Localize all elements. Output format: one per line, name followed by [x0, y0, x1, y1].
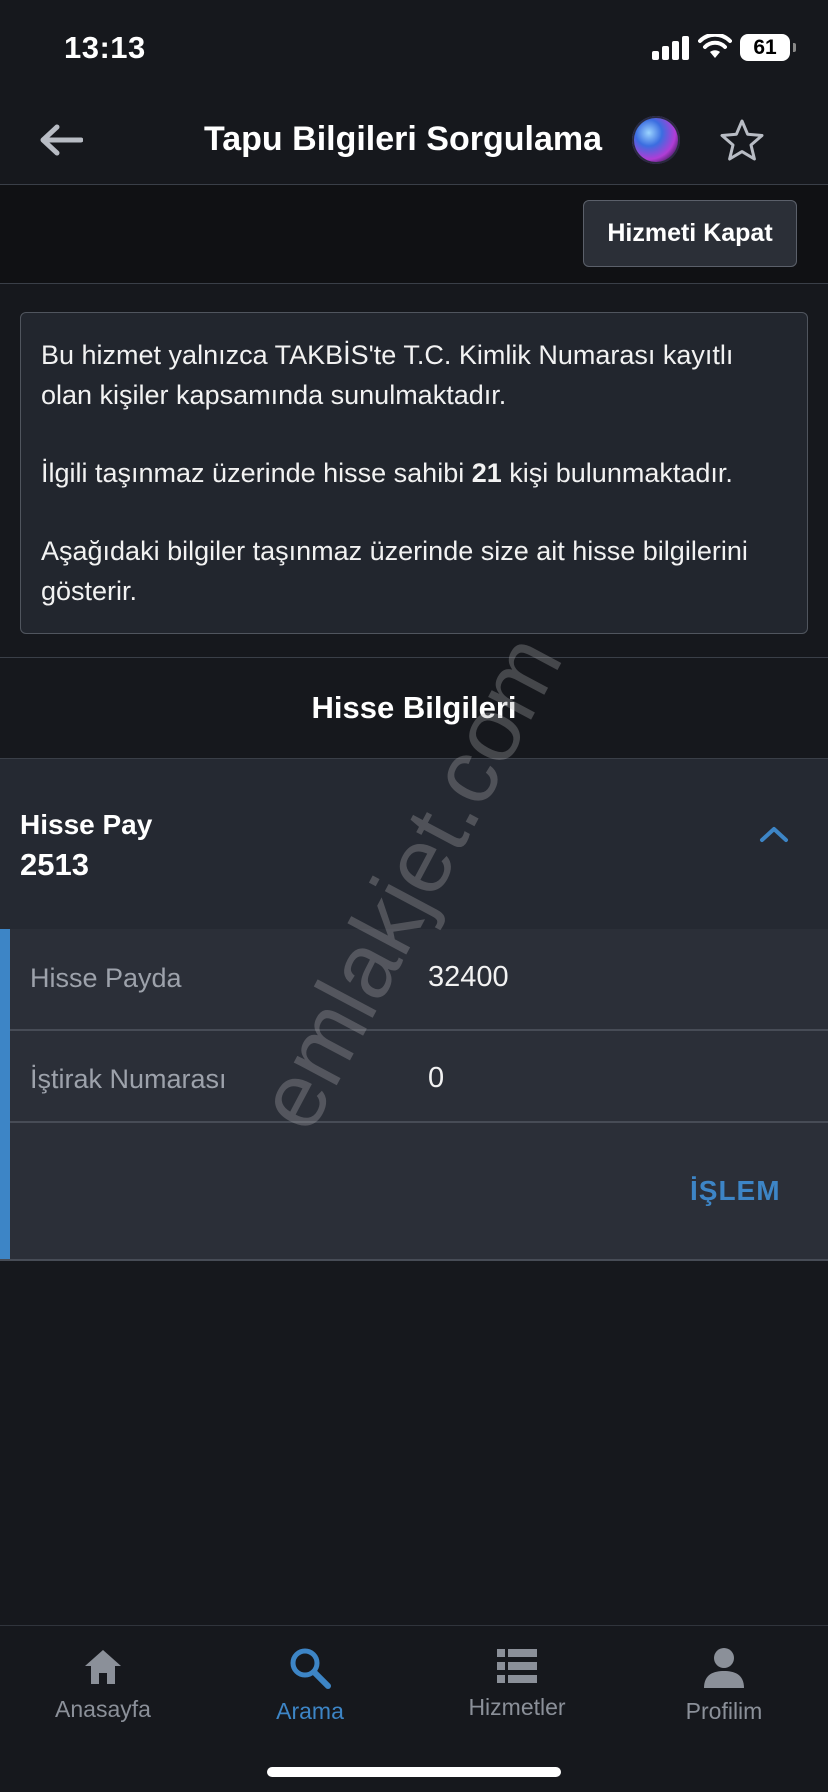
- close-service-button[interactable]: Hizmeti Kapat: [583, 200, 797, 267]
- arrow-left-icon: [40, 124, 83, 156]
- tab-search[interactable]: Arama: [220, 1646, 400, 1746]
- accent-bar: [0, 929, 10, 1260]
- share-pay-label: Hisse Pay: [20, 809, 153, 840]
- favorite-button[interactable]: [716, 114, 768, 166]
- info-paragraph-1: Bu hizmet yalnızca TAKBİS'te T.C. Kimlik…: [41, 340, 734, 410]
- share-accordion-header[interactable]: Hisse Pay 2513: [0, 759, 828, 929]
- back-button[interactable]: [34, 116, 88, 164]
- section-title: Hisse Bilgileri: [311, 690, 517, 725]
- chevron-up-icon[interactable]: [756, 822, 792, 846]
- list-icon: [497, 1649, 537, 1683]
- status-bar: 13:13 61: [0, 0, 828, 100]
- row-label: Hisse Payda: [30, 963, 182, 993]
- wifi-icon: [698, 34, 732, 58]
- status-time: 13:13: [64, 30, 146, 65]
- tab-profile[interactable]: Profilim: [634, 1646, 814, 1746]
- search-icon: [290, 1648, 331, 1689]
- tab-label: Anasayfa: [55, 1696, 151, 1722]
- page-title: Tapu Bilgileri Sorgulama: [204, 120, 602, 158]
- share-pay-value: 2513: [20, 847, 89, 882]
- row-value: 0: [428, 1062, 445, 1094]
- tab-label: Profilim: [685, 1698, 763, 1724]
- share-row-istirak: İştirak Numarası 0: [10, 1030, 828, 1120]
- row-label: İştirak Numarası: [30, 1064, 227, 1094]
- row-divider: [10, 1121, 828, 1123]
- share-row-payda: Hisse Payda 32400: [10, 929, 828, 1029]
- tab-services[interactable]: Hizmetler: [427, 1646, 607, 1746]
- share-accordion-body: Hisse Payda 32400 İştirak Numarası 0 İŞL…: [0, 929, 828, 1260]
- tab-label: Hizmetler: [468, 1694, 566, 1720]
- action-button[interactable]: İŞLEM: [690, 1175, 781, 1207]
- shareholder-count: 21: [471, 458, 502, 488]
- battery-icon: 61: [740, 34, 796, 61]
- section-header: Hisse Bilgileri: [0, 658, 828, 758]
- app-header: Tapu Bilgileri Sorgulama: [0, 100, 828, 184]
- user-icon: [704, 1648, 744, 1688]
- service-divider: [0, 283, 828, 284]
- info-paragraph-2: İlgili taşınmaz üzerinde hisse sahibi 21…: [41, 458, 733, 488]
- siri-icon[interactable]: [632, 116, 680, 164]
- info-paragraph-3: Aşağıdaki bilgiler taşınmaz üzerinde siz…: [41, 536, 748, 606]
- home-indicator: [267, 1767, 561, 1777]
- home-icon: [85, 1650, 121, 1684]
- tab-home[interactable]: Anasayfa: [13, 1646, 193, 1746]
- service-bar: Hizmeti Kapat: [0, 185, 828, 283]
- tab-label: Arama: [276, 1698, 344, 1724]
- cellular-signal-icon: [652, 36, 690, 60]
- info-box: Bu hizmet yalnızca TAKBİS'te T.C. Kimlik…: [20, 312, 808, 634]
- row-value: 32400: [428, 961, 509, 993]
- star-icon: [720, 119, 764, 161]
- accordion-bottom-divider: [0, 1259, 828, 1261]
